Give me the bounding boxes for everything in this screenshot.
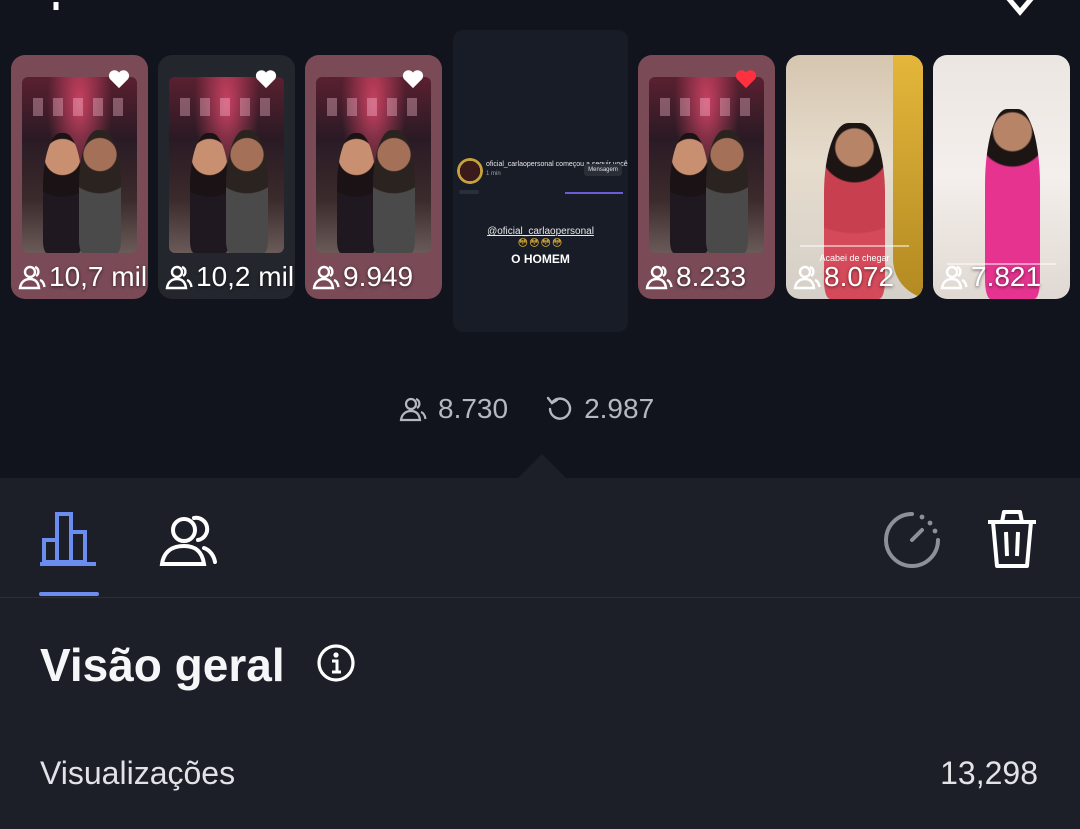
viewer-count-value: 8.072 bbox=[824, 261, 895, 292]
viewer-count-value: 10,7 mil bbox=[49, 261, 148, 292]
story-caption: O HOMEM bbox=[511, 252, 570, 266]
viewer-count-value: 7.821 bbox=[971, 261, 1042, 292]
viewer-count-value: 10,2 mil bbox=[196, 261, 295, 292]
current-story-stats: 8.730 2.987 bbox=[398, 392, 654, 426]
story-emoji: 😳😳😳😳 bbox=[517, 238, 564, 249]
story-thumbnail[interactable]: 10,2 mil bbox=[158, 55, 295, 299]
viewers-icon bbox=[18, 265, 46, 290]
heart-icon bbox=[735, 70, 757, 89]
metric-value: 13,298 bbox=[940, 755, 1038, 791]
bar-chart-icon[interactable] bbox=[38, 508, 100, 568]
insights-panel: Visão geral Visualizações 13,298 bbox=[0, 478, 1080, 829]
heart-icon bbox=[255, 70, 277, 89]
viewer-count: 7.821 bbox=[939, 261, 1070, 293]
viewers-icon[interactable] bbox=[158, 512, 220, 568]
progress-line bbox=[565, 192, 623, 194]
tab-bar bbox=[0, 478, 1080, 598]
viewer-count-value: 8.233 bbox=[676, 261, 747, 292]
mention-handle[interactable]: @oficial_carlaopersonal bbox=[453, 226, 628, 237]
viewer-count-value: 9.949 bbox=[343, 261, 414, 292]
viewer-count: 9.949 bbox=[311, 261, 442, 293]
story-thumbnail[interactable]: 7.821 bbox=[933, 55, 1070, 299]
replays-stat[interactable]: 2.987 bbox=[544, 393, 654, 425]
viewer-count: 8.072 bbox=[792, 261, 923, 293]
story-thumbnail[interactable]: 8.233 bbox=[638, 55, 775, 299]
viewer-count: 8.233 bbox=[644, 261, 775, 293]
message-button[interactable]: Mensagem bbox=[584, 164, 622, 176]
gear-icon[interactable] bbox=[30, 0, 82, 22]
story-thumbnail[interactable]: 10,7 mil bbox=[11, 55, 148, 299]
viewers-icon bbox=[793, 265, 821, 290]
heart-icon bbox=[402, 70, 424, 89]
replays-stat-value: 2.987 bbox=[584, 393, 655, 424]
notification-time: 1 min bbox=[486, 171, 501, 177]
story-viewer-area: 10,7 mil 10,2 mil 9.949 oficial_carlaope… bbox=[0, 0, 1080, 478]
viewers-icon bbox=[645, 265, 673, 290]
mention-tag bbox=[799, 245, 910, 247]
close-icon[interactable] bbox=[992, 0, 1048, 20]
metric-label: Visualizações bbox=[40, 755, 236, 791]
viewer-count: 10,7 mil bbox=[17, 261, 148, 293]
info-icon[interactable] bbox=[316, 643, 356, 683]
viewers-stat-value: 8.730 bbox=[438, 393, 509, 424]
trash-icon[interactable] bbox=[982, 508, 1042, 570]
story-thumbnail[interactable]: 9.949 bbox=[305, 55, 442, 299]
viewers-stat[interactable]: 8.730 bbox=[398, 393, 508, 425]
viewers-icon bbox=[399, 397, 427, 422]
selection-pointer bbox=[518, 454, 566, 478]
viewers-icon bbox=[312, 265, 340, 290]
current-story-preview[interactable]: oficial_carlaopersonal começou a seguir … bbox=[453, 30, 628, 332]
replay-icon bbox=[546, 396, 572, 420]
heart-icon bbox=[108, 70, 130, 89]
avatar bbox=[457, 158, 483, 184]
viewer-count: 10,2 mil bbox=[164, 261, 295, 293]
page-title: Visão geral bbox=[40, 639, 285, 691]
active-tab-indicator bbox=[39, 592, 99, 596]
viewers-icon bbox=[165, 265, 193, 290]
divider bbox=[459, 190, 479, 194]
viewers-icon bbox=[940, 265, 968, 290]
story-thumbnail[interactable]: Acabei de chegar 8.072 bbox=[786, 55, 923, 299]
timer-icon[interactable] bbox=[882, 510, 942, 570]
